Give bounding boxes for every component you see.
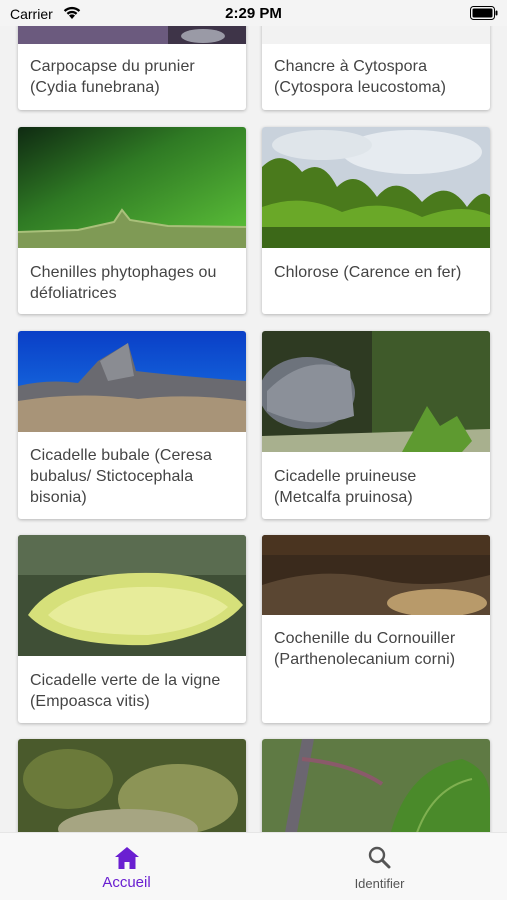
tab-identifier[interactable]: Identifier	[253, 833, 506, 900]
home-icon	[115, 847, 139, 869]
card-title: Chlorose (Carence en fer)	[274, 264, 462, 281]
card-cicadelle-verte[interactable]: Cicadelle verte de la vigne (Empoasca vi…	[18, 535, 246, 723]
card-title: Carpocapse du prunier (Cydia funebrana)	[30, 58, 195, 96]
card-image	[262, 331, 490, 452]
card-title: Chancre à Cytospora (Cytospora leucostom…	[274, 58, 447, 96]
card-cochenille-cornouiller[interactable]: Cochenille du Cornouiller (Parthenolecan…	[262, 535, 490, 723]
card-row5-left[interactable]	[18, 739, 246, 832]
card-title: Cicadelle verte de la vigne (Empoasca vi…	[30, 672, 221, 710]
card-chancre-cytospora[interactable]: Chancre à Cytospora (Cytospora leucostom…	[262, 26, 490, 110]
card-image	[18, 127, 246, 248]
tab-accueil[interactable]: Accueil	[0, 833, 253, 900]
card-image	[262, 26, 490, 44]
tab-label: Identifier	[354, 876, 405, 891]
card-row5-right[interactable]	[262, 739, 490, 832]
status-bar: Carrier 2:29 PM	[0, 0, 507, 26]
card-image	[18, 739, 246, 832]
disease-grid[interactable]: Carpocapse du prunier (Cydia funebrana) …	[0, 26, 507, 832]
card-title: Cicadelle bubale (Ceresa bubalus/ Sticto…	[30, 447, 213, 506]
card-title: Chenilles phytophages ou défoliatrices	[30, 264, 217, 302]
card-image	[262, 739, 490, 832]
search-icon	[368, 846, 391, 869]
card-chenilles[interactable]: Chenilles phytophages ou défoliatrices	[18, 127, 246, 314]
card-cicadelle-bubale[interactable]: Cicadelle bubale (Ceresa bubalus/ Sticto…	[18, 331, 246, 519]
status-time: 2:29 PM	[225, 5, 282, 22]
card-image	[18, 535, 246, 656]
card-image	[262, 535, 490, 615]
card-chlorose[interactable]: Chlorose (Carence en fer)	[262, 127, 490, 314]
card-image	[18, 26, 246, 44]
bottom-navigation: Accueil Identifier	[0, 832, 507, 900]
card-image	[18, 331, 246, 432]
card-image	[262, 127, 490, 248]
card-carpocapse[interactable]: Carpocapse du prunier (Cydia funebrana)	[18, 26, 246, 110]
card-title: Cochenille du Cornouiller (Parthenolecan…	[274, 630, 456, 668]
tab-label: Accueil	[102, 874, 151, 891]
battery-icon	[470, 6, 498, 20]
card-title: Cicadelle pruineuse (Metcalfa pruinosa)	[274, 468, 417, 506]
card-cicadelle-pruineuse[interactable]: Cicadelle pruineuse (Metcalfa pruinosa)	[262, 331, 490, 519]
